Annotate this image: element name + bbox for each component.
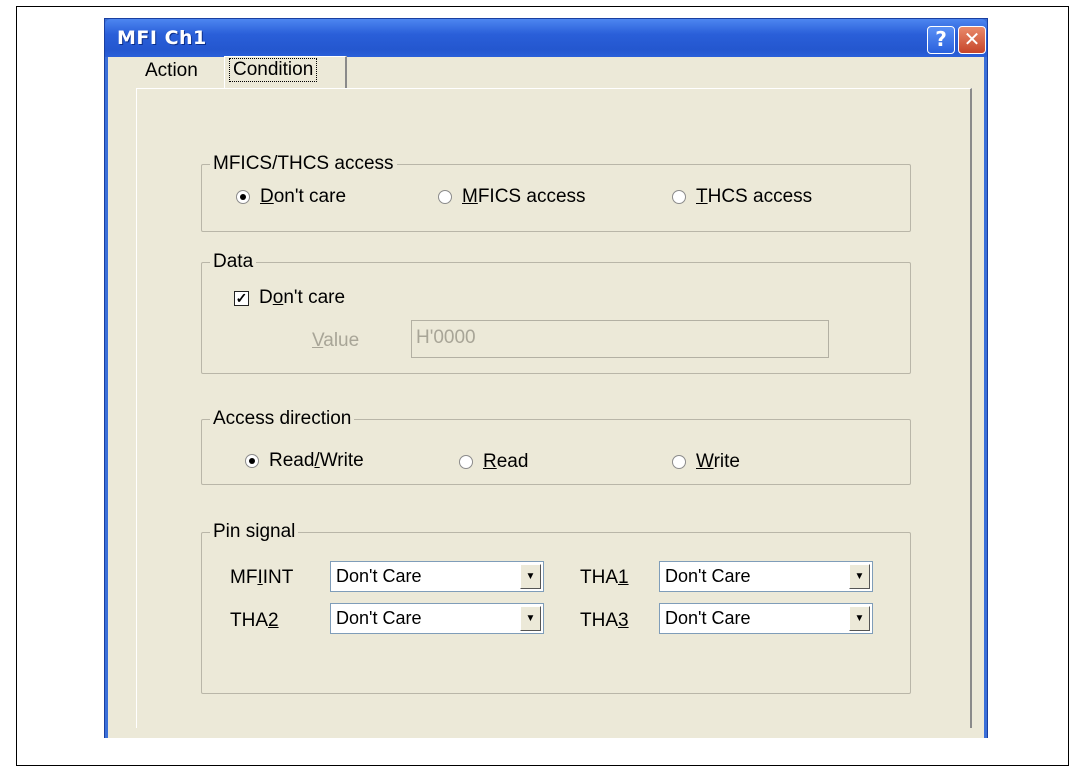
- radio-unchecked-icon: [672, 455, 686, 469]
- radio-dont-care[interactable]: Don't care: [236, 186, 346, 208]
- tha1-select[interactable]: Don't Care ▼: [659, 561, 873, 592]
- radio-label: Read/Write: [269, 450, 364, 471]
- radio-label: Don't care: [260, 186, 347, 207]
- dropdown-arrow-icon[interactable]: ▼: [520, 564, 541, 589]
- tha2-label: THA2: [230, 610, 279, 631]
- select-value: Don't Care: [336, 566, 422, 586]
- select-value: Don't Care: [336, 608, 422, 628]
- tab-action[interactable]: Action: [145, 58, 198, 86]
- select-value: Don't Care: [665, 566, 751, 586]
- value-label: Value: [312, 330, 360, 351]
- group-label: Pin signal: [210, 521, 299, 543]
- tha3-select[interactable]: Don't Care ▼: [659, 603, 873, 634]
- checkmark-icon: ✓: [234, 289, 249, 306]
- radio-label: MFICS access: [462, 186, 586, 207]
- dropdown-arrow-icon[interactable]: ▼: [520, 606, 541, 631]
- radio-write[interactable]: Write: [672, 451, 740, 473]
- radio-thcs-access[interactable]: THCS access: [672, 186, 812, 208]
- tha3-label: THA3: [580, 610, 629, 631]
- radio-checked-icon: [236, 190, 250, 204]
- select-value: Don't Care: [665, 608, 751, 628]
- radio-unchecked-icon: [438, 190, 452, 204]
- dropdown-arrow-icon[interactable]: ▼: [849, 564, 870, 589]
- mfiint-select[interactable]: Don't Care ▼: [330, 561, 544, 592]
- group-label: MFICS/THCS access: [210, 153, 397, 175]
- radio-read-write[interactable]: Read/Write: [245, 450, 364, 472]
- close-button[interactable]: ✕: [958, 26, 986, 54]
- tab-condition[interactable]: Condition: [224, 56, 347, 88]
- radio-label: Read: [483, 451, 529, 472]
- dropdown-arrow-icon[interactable]: ▼: [849, 606, 870, 631]
- value-input[interactable]: H'0000: [411, 320, 829, 358]
- checkbox-label: Don't care: [259, 287, 346, 308]
- dont-care-checkbox[interactable]: ✓ Don't care: [234, 287, 345, 309]
- help-button[interactable]: ?: [927, 26, 955, 54]
- window-title: MFI Ch1: [117, 27, 207, 49]
- radio-mfics-access[interactable]: MFICS access: [438, 186, 586, 208]
- group-label: Data: [210, 251, 257, 273]
- title-bar: MFI Ch1 ? ✕: [105, 19, 987, 57]
- radio-unchecked-icon: [459, 455, 473, 469]
- tha1-label: THA1: [580, 567, 629, 588]
- group-label: Access direction: [210, 408, 355, 430]
- tha2-select[interactable]: Don't Care ▼: [330, 603, 544, 634]
- tab-condition-label: Condition: [229, 58, 318, 82]
- radio-label: Write: [696, 451, 740, 472]
- radio-read[interactable]: Read: [459, 451, 528, 473]
- radio-checked-icon: [245, 454, 259, 468]
- radio-unchecked-icon: [672, 190, 686, 204]
- radio-label: THCS access: [696, 186, 813, 207]
- mfiint-label: MFIINT: [230, 567, 294, 588]
